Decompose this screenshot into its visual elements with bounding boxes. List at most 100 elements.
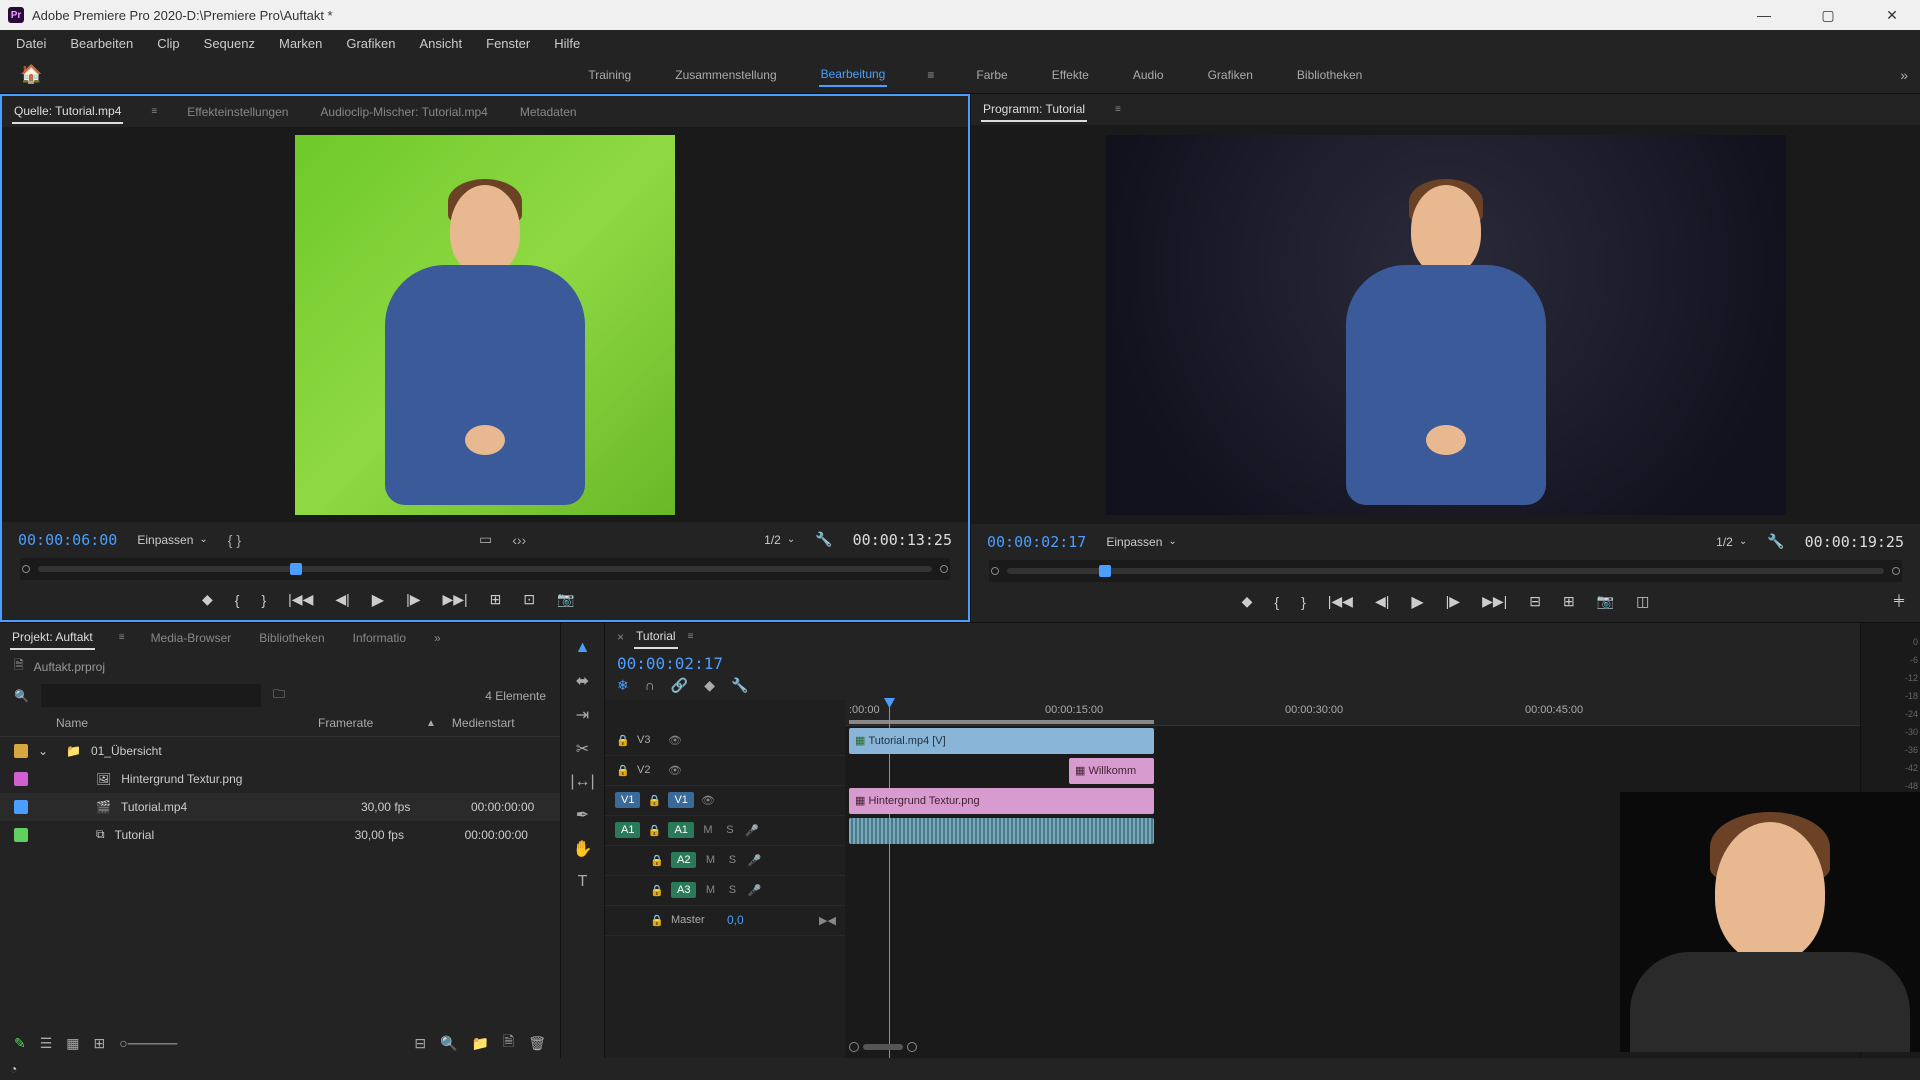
goto-out-button[interactable]: ▶▶| bbox=[442, 591, 467, 608]
ws-overflow-icon[interactable]: » bbox=[1900, 67, 1908, 83]
tab-info[interactable]: Informatio bbox=[351, 627, 408, 649]
timeline-ruler[interactable]: :00:00 00:00:15:00 00:00:30:00 00:00:45:… bbox=[845, 700, 1860, 726]
goto-in-button[interactable]: |◀◀ bbox=[288, 591, 313, 608]
menu-marken[interactable]: Marken bbox=[269, 33, 332, 54]
ws-training[interactable]: Training bbox=[586, 64, 633, 86]
tab-audio-mixer[interactable]: Audioclip-Mischer: Tutorial.mp4 bbox=[318, 101, 489, 123]
prog-step-back-button[interactable]: ◀| bbox=[1375, 593, 1389, 610]
close-button[interactable]: ✕ bbox=[1872, 7, 1912, 24]
prog-export-frame-button[interactable]: 📷 bbox=[1597, 593, 1614, 610]
track-target-v1[interactable]: V1 bbox=[615, 792, 640, 808]
track-select-tool[interactable]: ⬌ bbox=[576, 671, 589, 691]
label-chip[interactable] bbox=[14, 828, 28, 842]
lock-icon[interactable]: 🔒 bbox=[649, 884, 665, 897]
play-button[interactable]: ▶ bbox=[372, 590, 384, 610]
overwrite-button[interactable]: ⊡ bbox=[523, 591, 535, 608]
menu-ansicht[interactable]: Ansicht bbox=[409, 33, 472, 54]
ws-effekte[interactable]: Effekte bbox=[1050, 64, 1091, 86]
project-row[interactable]: 🎬 Tutorial.mp4 30,00 fps 00:00:00:00 bbox=[0, 793, 560, 821]
list-view-icon[interactable]: ☰ bbox=[40, 1035, 53, 1052]
solo-button[interactable]: S bbox=[722, 824, 738, 836]
tab-overflow-icon[interactable]: » bbox=[432, 627, 443, 649]
prog-compare-button[interactable]: ◫ bbox=[1636, 593, 1649, 610]
label-chip[interactable] bbox=[14, 744, 28, 758]
tl-tab[interactable]: Tutorial bbox=[634, 625, 678, 649]
tl-timecode[interactable]: 00:00:02:17 bbox=[617, 654, 723, 673]
col-sort-icon[interactable]: ▲ bbox=[426, 718, 436, 729]
source-wrench-icon[interactable]: 🔧 bbox=[815, 531, 832, 548]
icon-view-icon[interactable]: ▦ bbox=[66, 1035, 79, 1052]
prog-play-button[interactable]: ▶ bbox=[1411, 592, 1423, 612]
project-row[interactable]: ⧉ Tutorial 30,00 fps 00:00:00:00 bbox=[0, 821, 560, 849]
tab-project[interactable]: Projekt: Auftakt bbox=[10, 626, 95, 650]
razor-tool[interactable]: ✂ bbox=[576, 739, 589, 759]
tab-program[interactable]: Programm: Tutorial bbox=[981, 98, 1087, 122]
label-chip[interactable] bbox=[14, 800, 28, 814]
project-row[interactable]: 🖼 Hintergrund Textur.png bbox=[0, 765, 560, 793]
new-item-button[interactable]: 🗎 bbox=[503, 1031, 514, 1055]
tl-close-icon[interactable]: × bbox=[617, 630, 624, 644]
lock-icon[interactable]: 🔒 bbox=[646, 824, 662, 837]
tl-snap-icon[interactable]: ❄ bbox=[617, 677, 629, 694]
lock-icon[interactable]: 🔒 bbox=[646, 794, 662, 807]
program-fit-dropdown[interactable]: Einpassen bbox=[1106, 535, 1176, 549]
mark-out-button[interactable]: } bbox=[261, 592, 266, 608]
source-viewer[interactable] bbox=[2, 128, 968, 522]
tl-marker-icon[interactable]: ◆ bbox=[704, 677, 715, 694]
prog-add-marker-button[interactable]: ◆ bbox=[1242, 593, 1253, 610]
source-bracket-icon[interactable]: { } bbox=[228, 532, 241, 548]
tab-libraries[interactable]: Bibliotheken bbox=[257, 627, 326, 649]
ws-bibliotheken[interactable]: Bibliotheken bbox=[1295, 64, 1364, 86]
pen-tool[interactable]: ✒ bbox=[576, 805, 589, 825]
menu-hilfe[interactable]: Hilfe bbox=[544, 33, 590, 54]
export-frame-button[interactable]: 📷 bbox=[557, 591, 574, 608]
source-scrubber[interactable] bbox=[20, 558, 950, 580]
tl-magnet-icon[interactable]: ∩ bbox=[645, 677, 655, 693]
mark-in-button[interactable]: { bbox=[235, 592, 240, 608]
prog-mark-in-button[interactable]: { bbox=[1274, 594, 1279, 610]
lock-icon[interactable]: 🔒 bbox=[649, 854, 665, 867]
source-fit-dropdown[interactable]: Einpassen bbox=[137, 533, 207, 547]
program-timecode-in[interactable]: 00:00:02:17 bbox=[987, 533, 1086, 551]
zoom-slider[interactable]: ○───── bbox=[119, 1035, 177, 1051]
hand-tool[interactable]: ✋ bbox=[573, 839, 593, 859]
project-row[interactable]: ⌄ 📁 01_Übersicht bbox=[0, 737, 560, 765]
source-video-icon[interactable]: ▭ bbox=[479, 531, 492, 548]
maximize-button[interactable]: ▢ bbox=[1808, 7, 1848, 24]
program-scrubber[interactable] bbox=[989, 560, 1902, 582]
zoom-out-icon[interactable] bbox=[849, 1042, 859, 1052]
tl-wrench-icon[interactable]: 🔧 bbox=[731, 677, 748, 694]
ws-zusammenstellung[interactable]: Zusammenstellung bbox=[673, 64, 778, 86]
menu-fenster[interactable]: Fenster bbox=[476, 33, 540, 54]
write-icon[interactable]: ✎ bbox=[14, 1035, 26, 1052]
col-framerate[interactable]: Framerate bbox=[314, 716, 414, 730]
program-playhead[interactable] bbox=[1099, 565, 1111, 577]
col-name[interactable]: Name bbox=[52, 716, 302, 730]
clip-title[interactable]: ▦ Willkomm bbox=[1069, 758, 1154, 784]
lock-icon[interactable]: 🔒 bbox=[615, 734, 631, 747]
menu-grafiken[interactable]: Grafiken bbox=[336, 33, 405, 54]
ws-menu-icon[interactable]: ≡ bbox=[927, 68, 934, 82]
menu-clip[interactable]: Clip bbox=[147, 33, 189, 54]
tab-source-menu-icon[interactable]: ≡ bbox=[151, 106, 157, 117]
source-playhead[interactable] bbox=[290, 563, 302, 575]
freeform-view-icon[interactable]: ⊞ bbox=[94, 1035, 106, 1052]
tab-project-menu-icon[interactable]: ≡ bbox=[119, 632, 125, 643]
menu-sequenz[interactable]: Sequenz bbox=[194, 33, 265, 54]
source-timecode-in[interactable]: 00:00:06:00 bbox=[18, 531, 117, 549]
tab-media-browser[interactable]: Media-Browser bbox=[149, 627, 234, 649]
prog-goto-in-button[interactable]: |◀◀ bbox=[1328, 593, 1353, 610]
lock-icon[interactable]: 🔒 bbox=[649, 914, 665, 927]
ws-audio[interactable]: Audio bbox=[1131, 64, 1166, 86]
clip-video[interactable]: ▦ Tutorial.mp4 [V] bbox=[849, 728, 1154, 754]
tab-metadata[interactable]: Metadaten bbox=[518, 101, 579, 123]
ripple-edit-tool[interactable]: ⇥ bbox=[576, 705, 589, 725]
tl-tab-menu-icon[interactable]: ≡ bbox=[688, 631, 694, 642]
tab-source[interactable]: Quelle: Tutorial.mp4 bbox=[12, 100, 123, 124]
mute-button[interactable]: M bbox=[700, 824, 716, 836]
voice-button[interactable]: 🎤 bbox=[744, 824, 760, 837]
lock-icon[interactable]: 🔒 bbox=[615, 764, 631, 777]
add-marker-button[interactable]: ◆ bbox=[202, 591, 213, 608]
zoom-scrollbar[interactable] bbox=[863, 1044, 903, 1050]
prog-goto-out-button[interactable]: ▶▶| bbox=[1482, 593, 1507, 610]
